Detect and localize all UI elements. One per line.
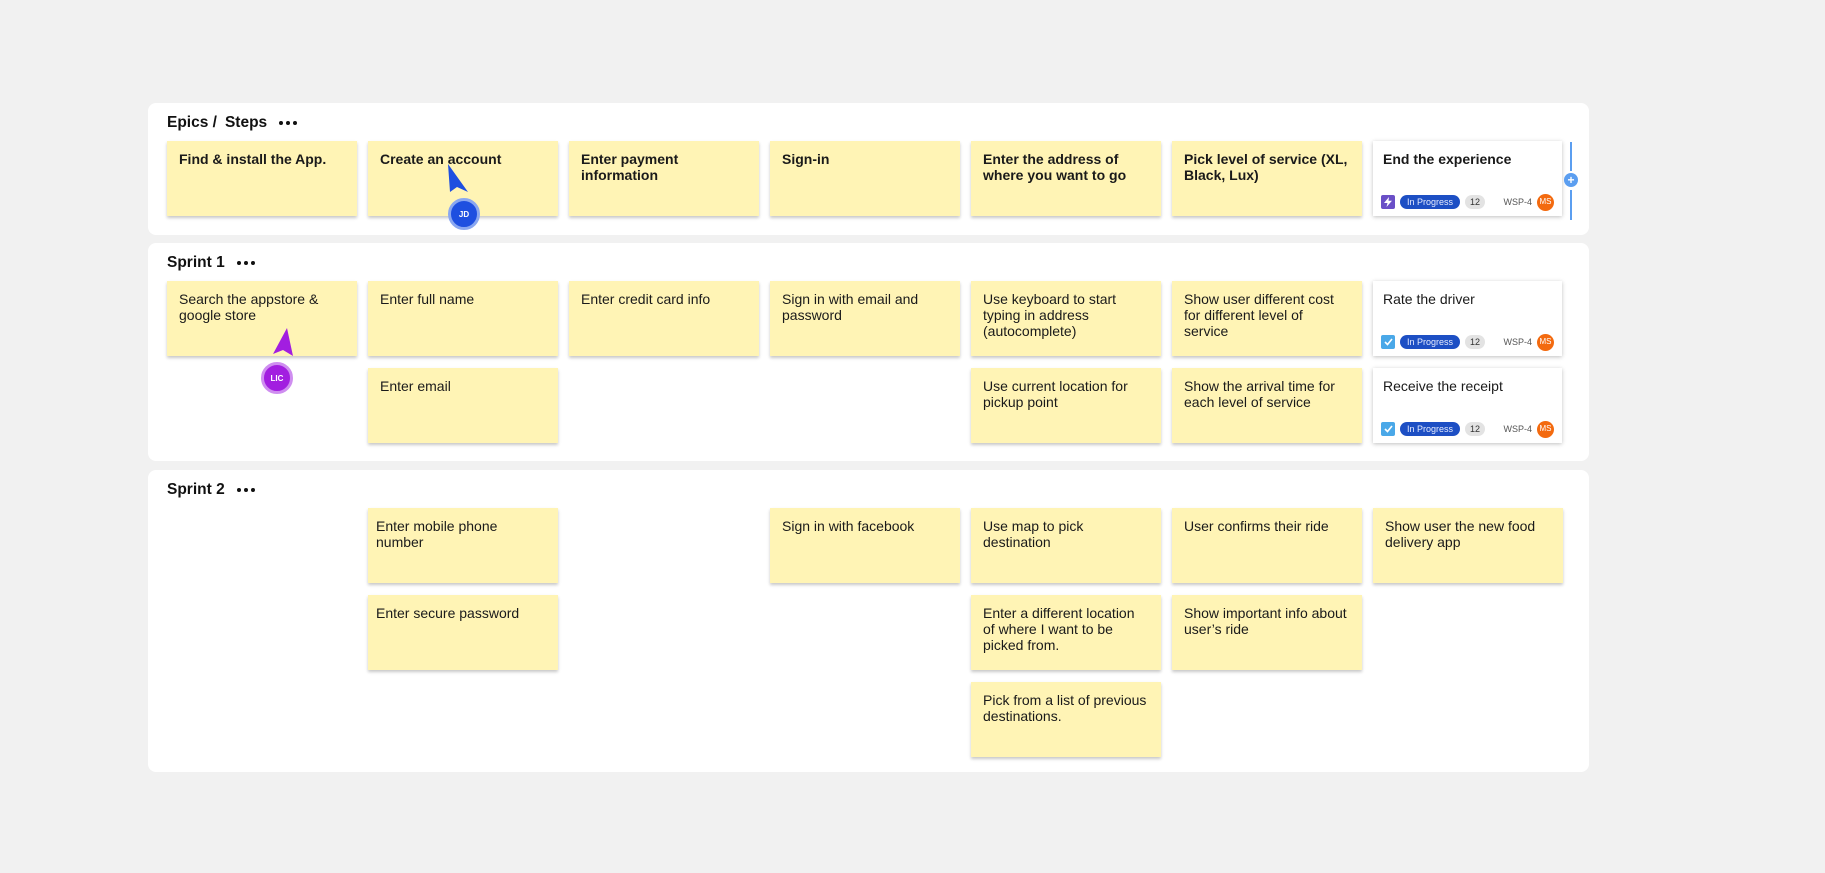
status-badge[interactable]: In Progress: [1400, 195, 1461, 209]
epics-panel-title: Epics / Steps: [167, 114, 298, 132]
card-footer: In Progress 12 WSP-4 MS: [1381, 193, 1554, 211]
sprint1-more-icon[interactable]: [236, 261, 255, 265]
story-sticky[interactable]: Enter secure password: [368, 595, 558, 670]
sprint2-label: Sprint 2: [167, 481, 225, 498]
story-sticky[interactable]: Enter mobile phone number: [368, 508, 558, 583]
status-badge[interactable]: In Progress: [1400, 422, 1461, 436]
story-sticky[interactable]: Use map to pick destination: [971, 508, 1161, 583]
add-column-line-bottom: [1570, 190, 1572, 220]
epics-more-icon[interactable]: [279, 121, 298, 125]
epic-sticky[interactable]: Enter the address of where you want to g…: [971, 141, 1161, 216]
sprint1-label: Sprint 1: [167, 254, 225, 271]
assignee-avatar[interactable]: MS: [1537, 420, 1554, 438]
card-title: End the experience: [1383, 151, 1512, 167]
issue-card[interactable]: Rate the driver In Progress 12 WSP-4 MS: [1373, 281, 1562, 356]
story-sticky[interactable]: Use current location for pickup point: [971, 368, 1161, 443]
epic-sticky[interactable]: Pick level of service (XL, Black, Lux): [1172, 141, 1362, 216]
story-sticky[interactable]: Sign in with email and password: [770, 281, 960, 356]
count-badge: 12: [1465, 195, 1486, 209]
checkbox-icon: [1381, 422, 1395, 436]
assignee-avatar[interactable]: MS: [1537, 193, 1554, 211]
issue-key[interactable]: WSP-4: [1503, 334, 1532, 350]
sprint2-more-icon[interactable]: [236, 488, 255, 492]
sprint2-title: Sprint 2: [167, 481, 255, 499]
lightning-icon: [1381, 195, 1395, 209]
collaborator-avatar-lic[interactable]: LIC: [261, 362, 293, 394]
issue-key[interactable]: WSP-4: [1503, 421, 1532, 437]
card-title: Receive the receipt: [1383, 378, 1503, 394]
epics-label: Epics /: [167, 114, 217, 131]
card-footer: In Progress 12 WSP-4 MS: [1381, 333, 1554, 351]
issue-key[interactable]: WSP-4: [1503, 194, 1532, 210]
story-sticky[interactable]: Show the arrival time for each level of …: [1172, 368, 1362, 443]
story-sticky[interactable]: User confirms their ride: [1172, 508, 1362, 583]
story-sticky[interactable]: Sign in with facebook: [770, 508, 960, 583]
story-sticky[interactable]: Show user the new food delivery app: [1373, 508, 1563, 583]
story-sticky[interactable]: Enter full name: [368, 281, 558, 356]
story-sticky[interactable]: Enter a different location of where I wa…: [971, 595, 1161, 670]
collaborator-cursor-lic-icon: [273, 328, 293, 356]
collaborator-avatar-jd[interactable]: JD: [448, 198, 480, 230]
add-column-line-top: [1570, 142, 1572, 171]
sprint1-title: Sprint 1: [167, 254, 255, 272]
count-badge: 12: [1465, 335, 1486, 349]
count-badge: 12: [1465, 422, 1486, 436]
status-badge[interactable]: In Progress: [1400, 335, 1461, 349]
checkbox-icon: [1381, 335, 1395, 349]
story-sticky[interactable]: Enter credit card info: [569, 281, 759, 356]
collaborator-cursor-jd-icon: [448, 164, 468, 192]
add-column-control[interactable]: +: [1563, 142, 1579, 220]
issue-card[interactable]: Receive the receipt In Progress 12 WSP-4…: [1373, 368, 1562, 443]
epic-sticky[interactable]: Sign-in: [770, 141, 960, 216]
epic-card[interactable]: End the experience In Progress 12 WSP-4 …: [1373, 141, 1562, 216]
story-sticky[interactable]: Enter email: [368, 368, 558, 443]
card-title: Rate the driver: [1383, 291, 1475, 307]
story-sticky[interactable]: Pick from a list of previous destination…: [971, 682, 1161, 757]
story-sticky[interactable]: Show user different cost for different l…: [1172, 281, 1362, 356]
epic-sticky[interactable]: Find & install the App.: [167, 141, 357, 216]
add-column-plus-icon[interactable]: +: [1564, 173, 1578, 187]
card-footer: In Progress 12 WSP-4 MS: [1381, 420, 1554, 438]
story-sticky[interactable]: Search the appstore & google store: [167, 281, 357, 356]
steps-label: Steps: [224, 114, 268, 131]
story-sticky[interactable]: Show important info about user’s ride: [1172, 595, 1362, 670]
story-sticky[interactable]: Use keyboard to start typing in address …: [971, 281, 1161, 356]
assignee-avatar[interactable]: MS: [1537, 333, 1554, 351]
epic-sticky[interactable]: Enter payment information: [569, 141, 759, 216]
